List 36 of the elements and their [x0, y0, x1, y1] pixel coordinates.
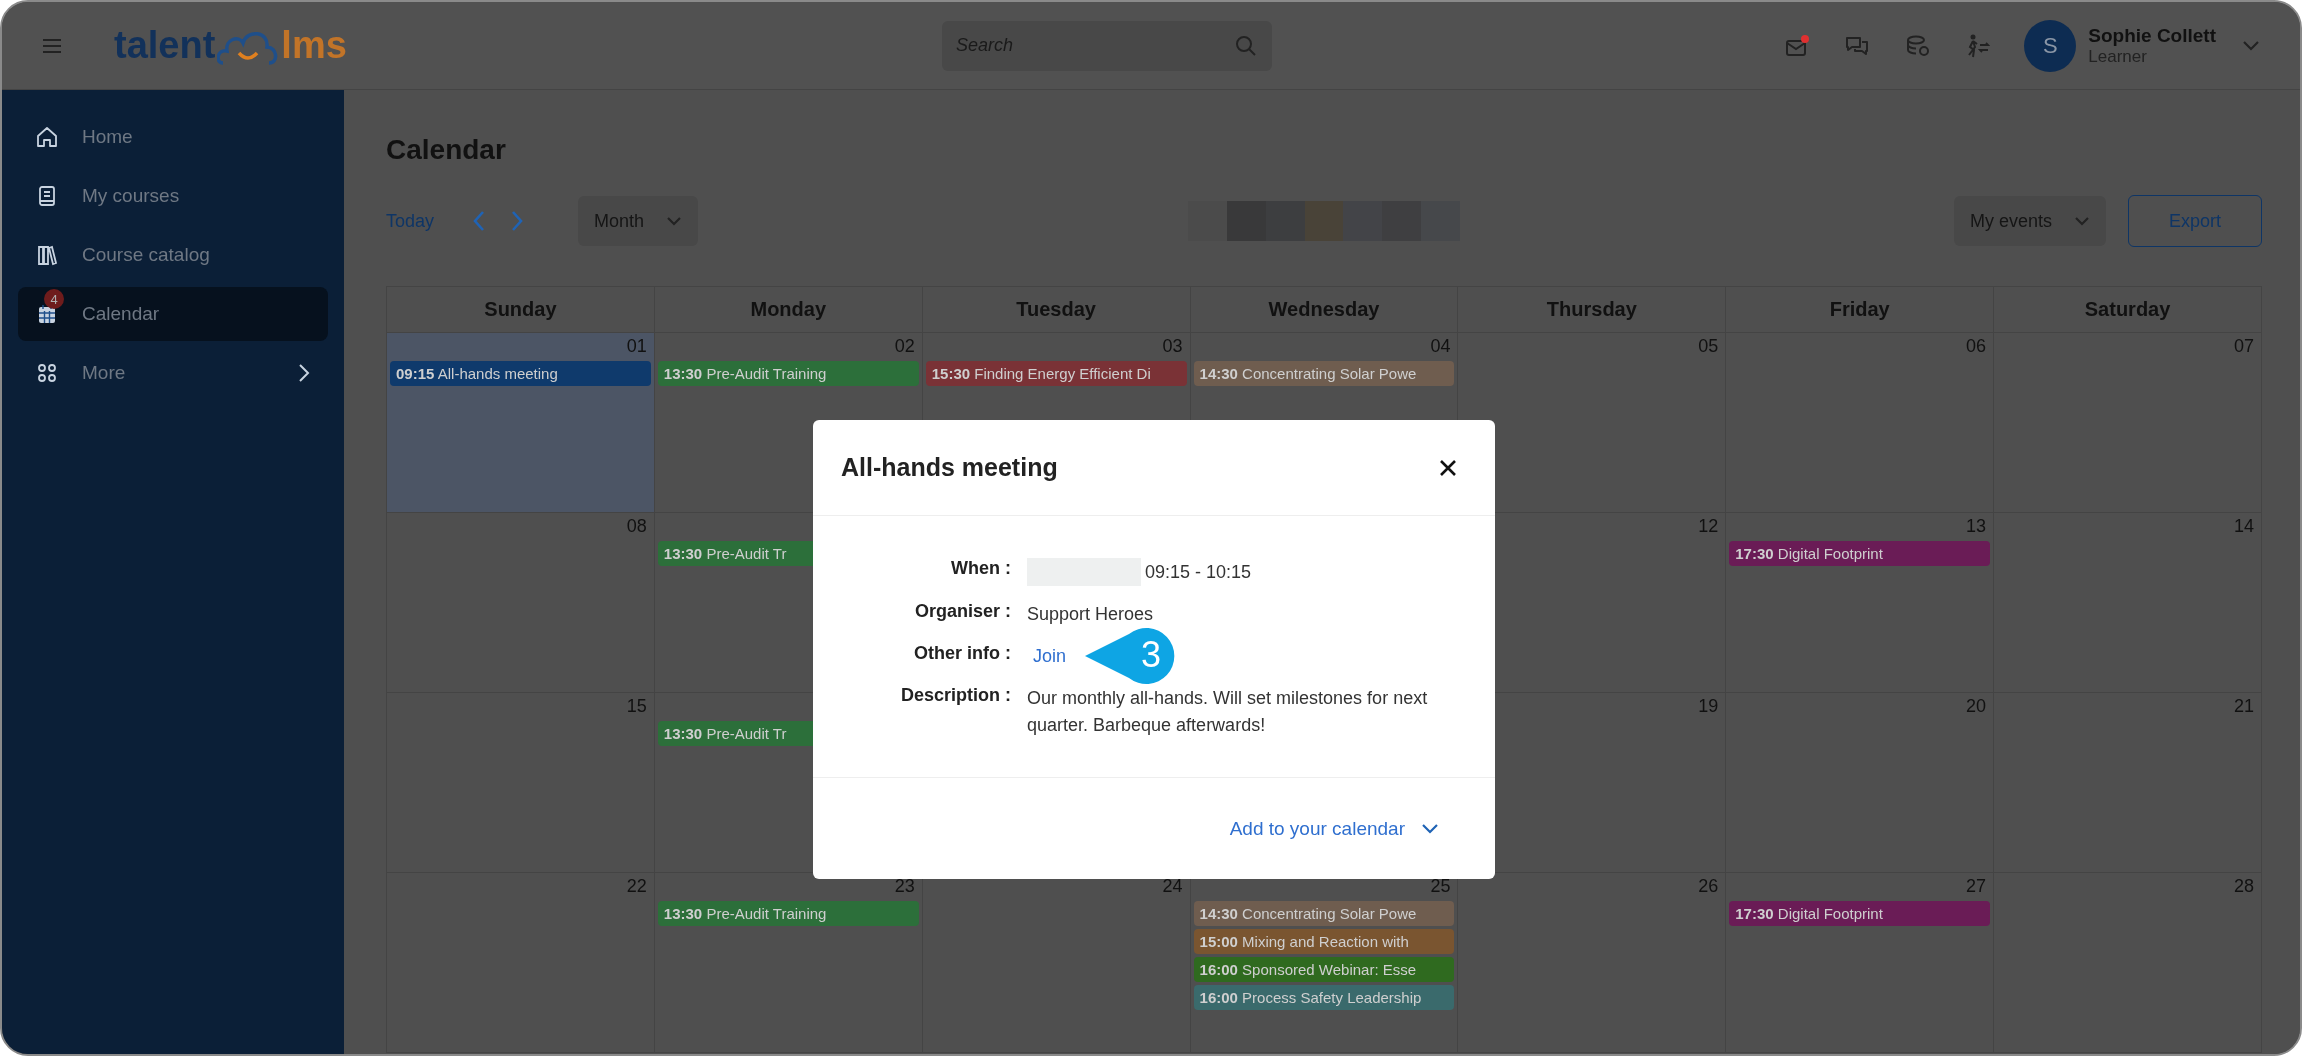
day-number: 14 — [2233, 516, 2255, 538]
day-number: 28 — [2233, 876, 2255, 898]
day-number: 03 — [1162, 336, 1184, 358]
day-number: 21 — [2233, 696, 2255, 718]
day-number: 15 — [626, 696, 648, 718]
day-number: 24 — [1162, 876, 1184, 898]
field-value: 09:15 - 10:15 — [1145, 560, 1252, 584]
day-number: 04 — [1430, 336, 1452, 358]
weekday-header: Thursday — [1458, 287, 1727, 333]
day-number: 26 — [1698, 876, 1720, 898]
weekday-header: Monday — [654, 287, 923, 333]
day-number: 13 — [1966, 516, 1988, 538]
day-number: 27 — [1966, 876, 1988, 898]
day-number: 23 — [894, 876, 916, 898]
page-title: Calendar — [386, 134, 507, 166]
count-badge: 4 — [44, 289, 64, 309]
day-number: 20 — [1966, 696, 1988, 718]
day-number: 06 — [1966, 336, 1988, 358]
field-value: Our monthly all-hands. Will set milestones for next quarter. Barbeque afterwards! — [1027, 688, 1428, 735]
day-number: 02 — [894, 336, 916, 358]
weekday-header: Wednesday — [1190, 287, 1459, 333]
weekday-header: Friday — [1726, 287, 1995, 333]
step-callout: 3 — [1085, 626, 1177, 686]
day-number: 12 — [1698, 516, 1720, 538]
user-name: Sophie Collett — [2088, 24, 2216, 47]
day-number: 08 — [626, 516, 648, 538]
field-label: When : — [950, 558, 1011, 580]
day-number: 22 — [626, 876, 648, 898]
weekday-header: Saturday — [1994, 287, 2262, 333]
weekday-header: Tuesday — [922, 287, 1191, 333]
day-number: 05 — [1698, 336, 1720, 358]
day-number: 01 — [626, 336, 648, 358]
day-number: 07 — [2233, 336, 2255, 358]
field-value: Support Heroes — [1027, 603, 1154, 626]
day-number: 19 — [1698, 696, 1720, 718]
day-number: 25 — [1430, 876, 1452, 898]
